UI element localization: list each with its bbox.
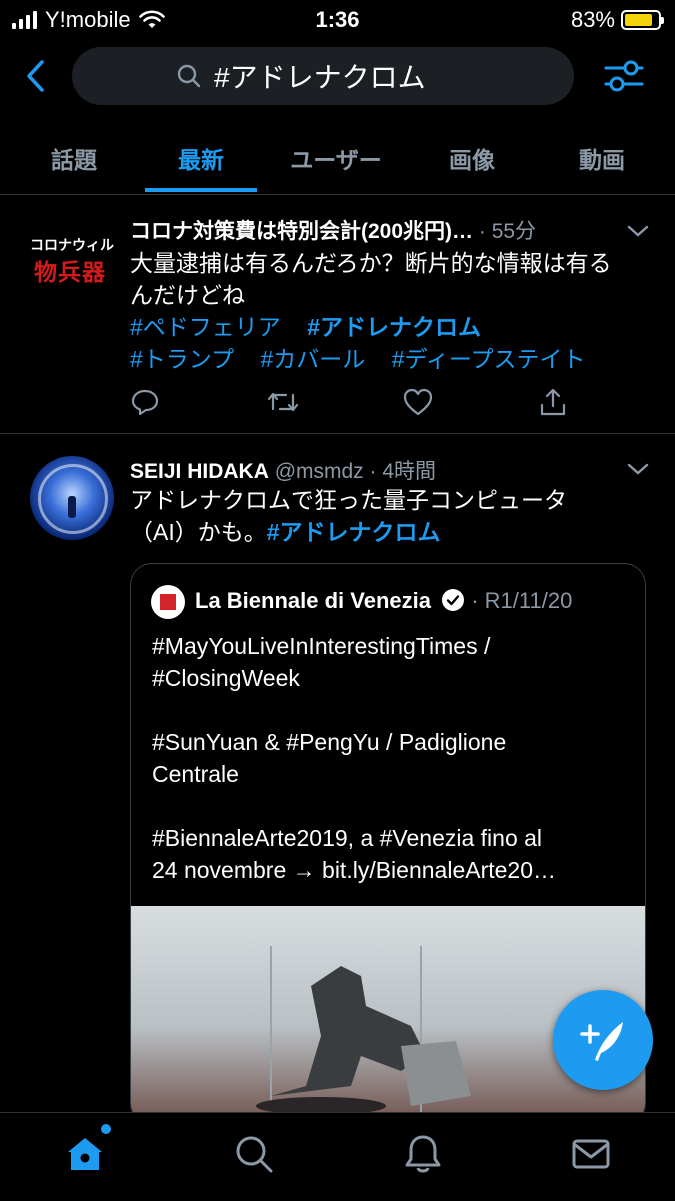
tab-topics[interactable]: 話題 bbox=[22, 141, 126, 175]
author-name[interactable]: SEIJI HIDAKA bbox=[130, 460, 269, 483]
tweet-actions bbox=[130, 387, 570, 417]
tab-users[interactable]: ユーザー bbox=[276, 141, 396, 175]
tweet-text-line: 大量逮捕は有るんだろか？断片的な情報は有る bbox=[130, 250, 612, 276]
avatar[interactable]: コロナウィル 物兵器 bbox=[28, 229, 114, 285]
quoted-author-name: La Biennale di Venezia bbox=[195, 588, 431, 613]
robot-arm-image bbox=[256, 946, 471, 1116]
search-icon bbox=[177, 64, 201, 88]
status-right: 83% bbox=[570, 7, 664, 33]
author-name[interactable]: コロナ対策費は特別会計(200兆円)… bbox=[130, 220, 473, 243]
tweet-item[interactable]: コロナウィル 物兵器 コロナ対策費は特別会計(200兆円)… · 55分 大量逮… bbox=[0, 195, 675, 434]
hashtag-link[interactable]: #ペドフェリア bbox=[130, 314, 281, 340]
tab-videos[interactable]: 動画 bbox=[550, 141, 654, 175]
tweet-text: アドレナクロムで狂った量子コンピュータ （AI）かも。#アドレナクロム bbox=[130, 484, 650, 548]
compose-button[interactable] bbox=[553, 990, 653, 1090]
notifications-icon[interactable] bbox=[402, 1133, 444, 1180]
messages-icon[interactable] bbox=[570, 1133, 612, 1180]
chevron-down-icon[interactable] bbox=[627, 224, 649, 238]
battery-fill bbox=[625, 14, 652, 26]
quoted-text: #MayYouLiveInInterestingTimes / #Closing… bbox=[152, 633, 556, 883]
tweet-text-fragment: （AI）かも。 bbox=[130, 519, 267, 545]
hashtag-link[interactable]: #アドレナクロム bbox=[307, 314, 481, 340]
home-icon[interactable] bbox=[64, 1133, 106, 1180]
home-notification-dot bbox=[101, 1124, 111, 1134]
hashtag-row: #ペドフェリア #アドレナクロム bbox=[130, 311, 640, 343]
hashtag-link[interactable]: #ディープステイト bbox=[392, 346, 586, 372]
search-input[interactable]: #アドレナクロム bbox=[72, 47, 574, 105]
tweet-header: SEIJI HIDAKA @msmdz · 4時間 bbox=[130, 455, 436, 485]
tab-images[interactable]: 画像 bbox=[420, 141, 524, 175]
tweet-text-line: アドレナクロムで狂った量子コンピュータ bbox=[130, 487, 567, 513]
search-tabs: 話題 最新 ユーザー 画像 動画 bbox=[0, 124, 675, 195]
author-handle[interactable]: @msmdz bbox=[275, 460, 364, 483]
quoted-date: · R1/11/20 bbox=[471, 588, 573, 613]
tweet-time: · 4時間 bbox=[369, 460, 437, 483]
avatar[interactable] bbox=[30, 456, 114, 540]
tweet-time: · 55分 bbox=[478, 220, 537, 243]
filter-sliders-icon[interactable] bbox=[603, 56, 645, 96]
tweet-text: 大量逮捕は有るんだろか？断片的な情報は有る んだけどね #ペドフェリア #アドレ… bbox=[130, 247, 640, 375]
biennale-logo-icon bbox=[160, 594, 176, 610]
active-tab-indicator bbox=[145, 188, 257, 192]
compose-icon bbox=[580, 1022, 623, 1061]
battery-percent: 83% bbox=[570, 7, 615, 32]
avatar-figure bbox=[68, 496, 76, 518]
like-icon[interactable] bbox=[402, 387, 434, 422]
status-bar: Y!mobile 1:36 83% bbox=[0, 0, 675, 38]
quoted-header: La Biennale di Venezia · R1/11/20 bbox=[195, 588, 572, 614]
hashtag-link[interactable]: #トランプ bbox=[130, 346, 234, 372]
hashtag-link[interactable]: #カバール bbox=[261, 346, 366, 372]
chevron-down-icon[interactable] bbox=[627, 462, 649, 476]
search-nav-icon[interactable] bbox=[233, 1133, 275, 1180]
tab-latest[interactable]: 最新 bbox=[149, 141, 253, 175]
tweet-header: コロナ対策費は特別会計(200兆円)… · 55分 bbox=[130, 215, 536, 245]
reply-icon[interactable] bbox=[130, 387, 160, 422]
avatar-text-line1: コロナウィル bbox=[30, 237, 114, 253]
hashtag-row: #トランプ #カバール #ディープステイト bbox=[130, 343, 640, 375]
bottom-nav bbox=[0, 1112, 675, 1201]
avatar-text-line2: 物兵器 bbox=[34, 259, 106, 285]
search-query: #アドレナクロム bbox=[214, 62, 426, 93]
tweet-text-line: んだけどね bbox=[130, 282, 245, 308]
back-arrow-icon[interactable] bbox=[22, 58, 52, 94]
quoted-avatar bbox=[151, 585, 185, 619]
share-icon[interactable] bbox=[538, 387, 568, 422]
battery-icon bbox=[621, 10, 664, 30]
hashtag-link[interactable]: #アドレナクロム bbox=[267, 519, 441, 545]
tweet-text-line: （AI）かも。#アドレナクロム bbox=[130, 516, 650, 548]
verified-badge-icon bbox=[442, 589, 465, 611]
search-header: #アドレナクロム bbox=[0, 44, 675, 108]
retweet-icon[interactable] bbox=[266, 387, 300, 422]
